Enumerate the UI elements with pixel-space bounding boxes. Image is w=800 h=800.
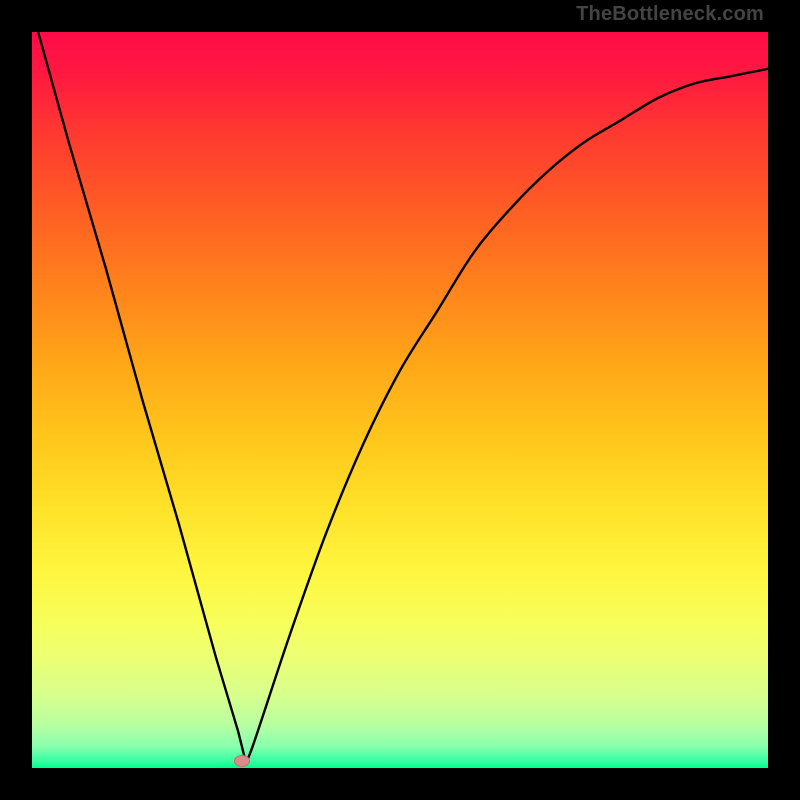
optimum-marker [234,755,250,767]
plot-area [32,32,768,768]
curve-svg [32,32,768,768]
watermark-text: TheBottleneck.com [576,3,764,26]
bottleneck-curve [32,32,768,761]
chart-frame: TheBottleneck.com [0,0,800,800]
